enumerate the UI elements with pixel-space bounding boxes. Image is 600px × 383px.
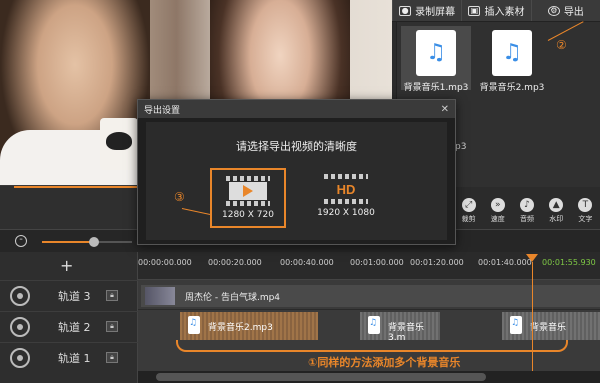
zoom-slider-fill	[42, 241, 94, 243]
edit-tools: ⤢ 裁剪 » 速度 ♪ 音频 ▲ 水印 T 文字	[454, 193, 600, 229]
step2-badge: ②	[556, 38, 567, 52]
video-clip-thumbnail	[145, 287, 175, 305]
audio-clip[interactable]: 背景音乐2.mp3	[180, 312, 318, 340]
audio-clip[interactable]: 背景音乐3.m	[360, 312, 440, 340]
audio-file-icon	[510, 316, 522, 334]
quality-label: 1920 X 1080	[317, 208, 375, 218]
tool-label: 音频	[520, 215, 534, 223]
media-item-name: 背景音乐1.mp3	[403, 83, 469, 93]
dialog-body: 请选择导出视频的清晰度 1280 X 720 HD 1920 X 1080 ③	[146, 122, 447, 240]
track-row[interactable]: 轨道 2 🔒︎	[0, 311, 138, 341]
audio-file-icon	[416, 30, 456, 76]
speed-tool[interactable]: » 速度	[483, 193, 512, 229]
lock-icon[interactable]: 🔒︎	[106, 321, 118, 332]
top-toolbar: ● 录制屏幕 ▣ 插入素材 ⚙ 导出	[392, 0, 600, 22]
text-tool[interactable]: T 文字	[571, 193, 600, 229]
ruler-tick-label: 00:01:00.000	[350, 258, 404, 267]
record-label: 录制屏幕	[415, 7, 456, 18]
audio-clip-name: 背景音乐	[530, 323, 567, 333]
close-icon[interactable]: ✕	[441, 104, 449, 115]
annotation-bracket	[176, 340, 568, 352]
media-item-name: 背景音乐2.mp3	[479, 83, 545, 93]
quality-option-720p[interactable]: 1280 X 720	[210, 168, 286, 228]
audio-clip-name: 背景音乐3.m	[388, 323, 425, 340]
timeline-scrollbar[interactable]	[138, 371, 600, 383]
text-icon: T	[578, 198, 593, 212]
lock-icon[interactable]: 🔒︎	[106, 290, 118, 301]
quality-option-1080p[interactable]: HD 1920 X 1080	[308, 168, 384, 228]
video-clip-name: 周杰伦 - 告白气球.mp4	[185, 293, 281, 303]
export-button[interactable]: ⚙ 导出	[530, 0, 600, 21]
zoom-slider-knob[interactable]	[89, 237, 99, 247]
audio-clip-name: 背景音乐2.mp3	[208, 323, 273, 333]
zoom-out-icon[interactable]: -	[15, 235, 27, 247]
scrollbar-thumb[interactable]	[156, 373, 486, 381]
insert-label: 插入素材	[484, 7, 525, 18]
dialog-titlebar[interactable]: 导出设置 ✕	[138, 100, 455, 118]
track-label: 轨道 1	[58, 351, 91, 365]
media-item-partial-label: p3	[455, 142, 467, 152]
volume-icon: ♪	[520, 198, 534, 212]
quality-label: 1280 X 720	[222, 210, 274, 220]
export-icon: ⚙	[547, 5, 560, 16]
media-item[interactable]: 背景音乐2.mp3	[477, 26, 547, 93]
tool-label: 裁剪	[461, 215, 476, 223]
ruler-tick-label: 00:00:20.000	[208, 258, 262, 267]
track-lane-3: 周杰伦 - 告白气球.mp4	[138, 280, 600, 310]
add-track-button[interactable]: +	[60, 256, 73, 275]
ruler-tick-label: 00:00:40.000	[280, 258, 334, 267]
export-label: 导出	[563, 7, 584, 18]
playhead-line[interactable]	[532, 262, 533, 383]
tool-label: 速度	[490, 215, 505, 223]
step3-badge: ③	[174, 190, 185, 204]
ruler-tick-label: 00:00:00.000	[138, 258, 192, 267]
watermark-icon: ▲	[549, 198, 564, 212]
record-icon: ●	[399, 5, 412, 16]
step1-annotation: ①同样的方法添加多个背景音乐	[308, 356, 461, 369]
speed-icon: »	[490, 198, 505, 212]
ruler-tick-label: 00:01:20.000	[410, 258, 464, 267]
film-play-icon	[226, 176, 270, 206]
dialog-prompt: 请选择导出视频的清晰度	[236, 140, 357, 153]
track-row[interactable]: 轨道 1 🔒︎	[0, 342, 138, 372]
image-icon: ▣	[468, 5, 481, 16]
tool-label: 文字	[578, 215, 593, 223]
ruler-tick-label: 00:01:40.000	[478, 258, 532, 267]
track-header-panel: + 轨道 3 🔒︎ 轨道 2 🔒︎ 轨道 1 🔒︎	[0, 252, 138, 383]
media-item[interactable]: 背景音乐1.mp3	[401, 26, 471, 93]
insert-media-button[interactable]: ▣ 插入素材	[461, 0, 530, 21]
lock-icon[interactable]: 🔒︎	[106, 352, 118, 363]
tool-label: 水印	[549, 215, 564, 223]
film-hd-icon: HD	[324, 174, 368, 204]
film-reel-icon	[10, 316, 30, 337]
audio-file-icon	[188, 316, 200, 334]
track-row[interactable]: 轨道 3 🔒︎	[0, 280, 138, 310]
export-settings-dialog: 导出设置 ✕ 请选择导出视频的清晰度 1280 X 720 HD 1920 X …	[137, 99, 456, 245]
audio-file-icon	[492, 30, 532, 76]
audio-tool[interactable]: ♪ 音频	[512, 193, 541, 229]
step3-arrow	[181, 208, 212, 216]
track-label: 轨道 2	[58, 320, 91, 334]
current-time: 00:01:55.930	[542, 258, 596, 267]
film-reel-icon	[10, 347, 30, 368]
dialog-title: 导出设置	[144, 105, 181, 116]
video-mug	[100, 118, 138, 170]
track-label: 轨道 3	[58, 289, 91, 303]
audio-clip[interactable]: 背景音乐	[502, 312, 600, 340]
film-reel-icon	[10, 285, 30, 306]
watermark-tool[interactable]: ▲ 水印	[542, 193, 571, 229]
crop-tool[interactable]: ⤢ 裁剪	[454, 193, 483, 229]
crop-icon: ⤢	[461, 198, 476, 212]
hd-text: HD	[336, 181, 356, 197]
playhead-handle[interactable]	[526, 254, 538, 262]
audio-file-icon	[368, 316, 380, 334]
record-screen-button[interactable]: ● 录制屏幕	[392, 0, 461, 21]
